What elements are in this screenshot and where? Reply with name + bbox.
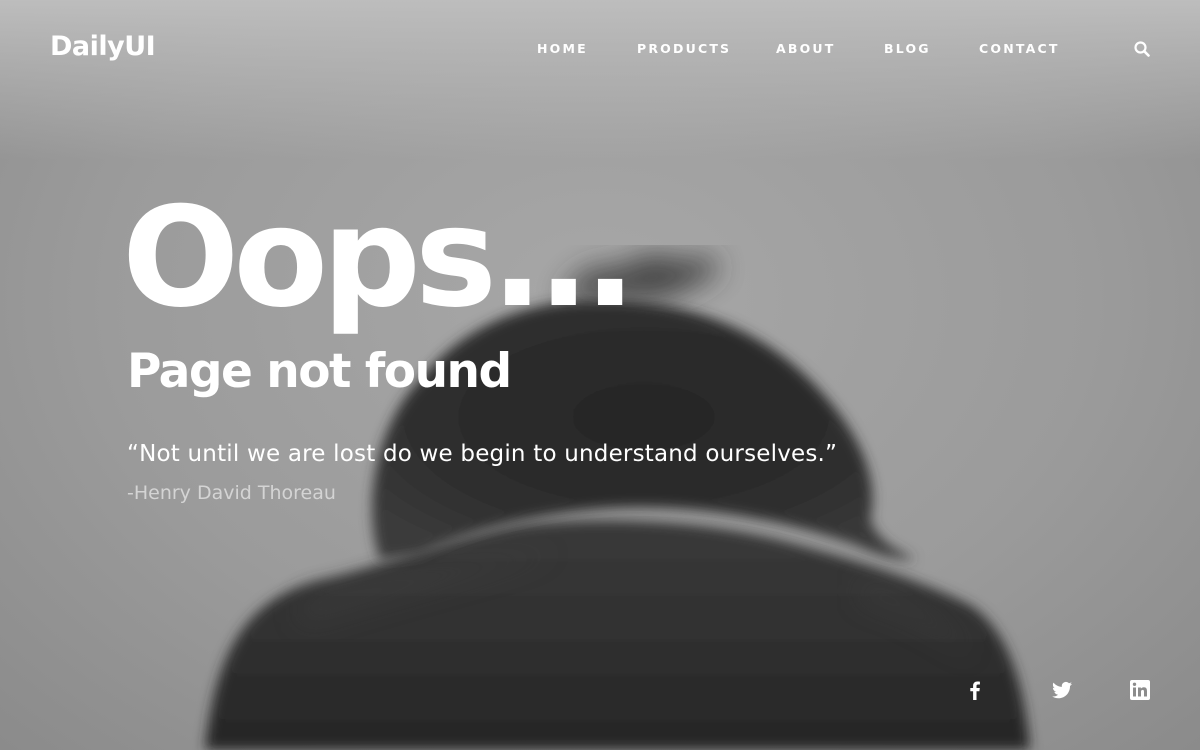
- nav-contact[interactable]: CONTACT: [979, 41, 1060, 56]
- main-navigation: HOME PRODUCTS ABOUT BLOG CONTACT: [0, 41, 1200, 61]
- search-icon[interactable]: [1133, 40, 1151, 58]
- error-headline: Oops...: [122, 177, 636, 338]
- nav-home[interactable]: HOME: [537, 41, 588, 56]
- twitter-icon[interactable]: [1050, 678, 1074, 702]
- nav-blog[interactable]: BLOG: [884, 41, 931, 56]
- error-subheadline: Page not found: [127, 344, 512, 399]
- linkedin-icon[interactable]: [1128, 678, 1152, 702]
- nav-about[interactable]: ABOUT: [776, 41, 836, 56]
- facebook-icon[interactable]: [963, 678, 987, 702]
- page-content: DailyUI HOME PRODUCTS ABOUT BLOG CONTACT…: [0, 0, 1200, 750]
- quote-author: -Henry David Thoreau: [127, 482, 336, 504]
- nav-products[interactable]: PRODUCTS: [637, 41, 731, 56]
- quote-text: “Not until we are lost do we begin to un…: [127, 441, 838, 467]
